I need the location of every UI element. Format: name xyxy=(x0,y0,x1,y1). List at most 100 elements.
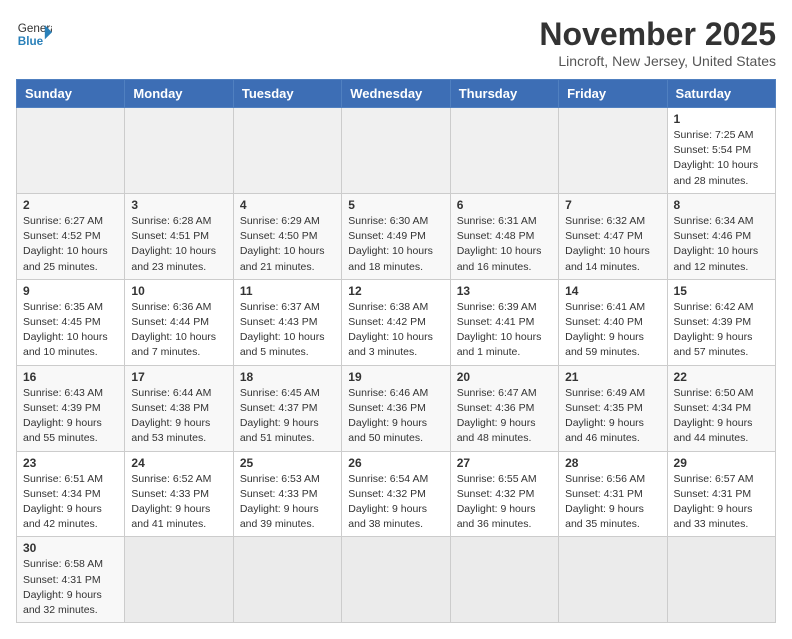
day-info: Sunrise: 6:27 AM Sunset: 4:52 PM Dayligh… xyxy=(23,214,118,275)
day-number: 24 xyxy=(131,456,226,470)
week-row-3: 16Sunrise: 6:43 AM Sunset: 4:39 PM Dayli… xyxy=(17,365,776,451)
day-cell: 10 Sunrise: 6:36 AM Sunset: 4:44 PM Dayli… xyxy=(125,279,233,365)
day-number: 22 xyxy=(674,370,769,384)
day-cell: 3Sunrise: 6:28 AM Sunset: 4:51 PM Daylig… xyxy=(125,193,233,279)
day-number: 25 xyxy=(240,456,335,470)
day-info: Sunrise: 6:55 AM Sunset: 4:32 PM Dayligh… xyxy=(457,472,552,533)
day-number: 23 xyxy=(23,456,118,470)
day-info: Sunrise: 6:28 AM Sunset: 4:51 PM Dayligh… xyxy=(131,214,226,275)
day-cell: 6 Sunrise: 6:31 AM Sunset: 4:48 PM Daylig… xyxy=(450,193,558,279)
week-row-2: 9Sunrise: 6:35 AM Sunset: 4:45 PM Daylig… xyxy=(17,279,776,365)
day-cell xyxy=(450,537,558,623)
days-header-row: SundayMondayTuesdayWednesdayThursdayFrid… xyxy=(17,80,776,108)
day-info: Sunrise: 7:25 AM Sunset: 5:54 PM Dayligh… xyxy=(674,128,769,189)
day-info: Sunrise: 6:31 AM Sunset: 4:48 PM Dayligh… xyxy=(457,214,552,275)
day-header-sunday: Sunday xyxy=(17,80,125,108)
day-info: Sunrise: 6:52 AM Sunset: 4:33 PM Dayligh… xyxy=(131,472,226,533)
day-info: Sunrise: 6:38 AM Sunset: 4:42 PM Dayligh… xyxy=(348,300,443,361)
day-number: 28 xyxy=(565,456,660,470)
day-cell: 9Sunrise: 6:35 AM Sunset: 4:45 PM Daylig… xyxy=(17,279,125,365)
day-cell: 23 Sunrise: 6:51 AM Sunset: 4:34 PM Dayli… xyxy=(17,451,125,537)
day-header-monday: Monday xyxy=(125,80,233,108)
day-cell: 4Sunrise: 6:29 AM Sunset: 4:50 PM Daylig… xyxy=(233,193,341,279)
day-cell xyxy=(559,108,667,194)
day-header-tuesday: Tuesday xyxy=(233,80,341,108)
day-info: Sunrise: 6:51 AM Sunset: 4:34 PM Dayligh… xyxy=(23,472,118,533)
day-info: Sunrise: 6:30 AM Sunset: 4:49 PM Dayligh… xyxy=(348,214,443,275)
day-cell xyxy=(667,537,775,623)
day-info: Sunrise: 6:54 AM Sunset: 4:32 PM Dayligh… xyxy=(348,472,443,533)
day-info: Sunrise: 6:58 AM Sunset: 4:31 PM Dayligh… xyxy=(23,557,118,618)
day-header-saturday: Saturday xyxy=(667,80,775,108)
title-block: November 2025 Lincroft, New Jersey, Unit… xyxy=(539,16,776,69)
day-number: 27 xyxy=(457,456,552,470)
day-number: 10 xyxy=(131,284,226,298)
day-number: 11 xyxy=(240,284,335,298)
day-info: Sunrise: 6:56 AM Sunset: 4:31 PM Dayligh… xyxy=(565,472,660,533)
day-cell: 17 Sunrise: 6:44 AM Sunset: 4:38 PM Dayli… xyxy=(125,365,233,451)
day-cell: 7Sunrise: 6:32 AM Sunset: 4:47 PM Daylig… xyxy=(559,193,667,279)
day-info: Sunrise: 6:35 AM Sunset: 4:45 PM Dayligh… xyxy=(23,300,118,361)
day-cell: 8Sunrise: 6:34 AM Sunset: 4:46 PM Daylig… xyxy=(667,193,775,279)
day-number: 8 xyxy=(674,198,769,212)
day-cell: 25Sunrise: 6:53 AM Sunset: 4:33 PM Dayli… xyxy=(233,451,341,537)
page-header: General Blue November 2025 Lincroft, New… xyxy=(16,16,776,69)
day-cell: 24 Sunrise: 6:52 AM Sunset: 4:33 PM Dayli… xyxy=(125,451,233,537)
day-info: Sunrise: 6:49 AM Sunset: 4:35 PM Dayligh… xyxy=(565,386,660,447)
day-info: Sunrise: 6:36 AM Sunset: 4:44 PM Dayligh… xyxy=(131,300,226,361)
day-info: Sunrise: 6:57 AM Sunset: 4:31 PM Dayligh… xyxy=(674,472,769,533)
day-cell xyxy=(233,108,341,194)
day-number: 1 xyxy=(674,112,769,126)
day-info: Sunrise: 6:50 AM Sunset: 4:34 PM Dayligh… xyxy=(674,386,769,447)
day-info: Sunrise: 6:41 AM Sunset: 4:40 PM Dayligh… xyxy=(565,300,660,361)
day-cell xyxy=(233,537,341,623)
day-number: 18 xyxy=(240,370,335,384)
day-cell xyxy=(559,537,667,623)
day-number: 14 xyxy=(565,284,660,298)
day-info: Sunrise: 6:42 AM Sunset: 4:39 PM Dayligh… xyxy=(674,300,769,361)
week-row-0: 1 Sunrise: 7:25 AM Sunset: 5:54 PM Daylig… xyxy=(17,108,776,194)
week-row-5: 30 Sunrise: 6:58 AM Sunset: 4:31 PM Dayli… xyxy=(17,537,776,623)
day-cell: 29Sunrise: 6:57 AM Sunset: 4:31 PM Dayli… xyxy=(667,451,775,537)
week-row-1: 2Sunrise: 6:27 AM Sunset: 4:52 PM Daylig… xyxy=(17,193,776,279)
logo: General Blue xyxy=(16,16,52,52)
day-cell: 12 Sunrise: 6:38 AM Sunset: 4:42 PM Dayli… xyxy=(342,279,450,365)
day-cell: 11Sunrise: 6:37 AM Sunset: 4:43 PM Dayli… xyxy=(233,279,341,365)
svg-text:Blue: Blue xyxy=(18,35,44,48)
day-cell: 2Sunrise: 6:27 AM Sunset: 4:52 PM Daylig… xyxy=(17,193,125,279)
logo-icon: General Blue xyxy=(16,16,52,52)
day-info: Sunrise: 6:39 AM Sunset: 4:41 PM Dayligh… xyxy=(457,300,552,361)
day-cell: 1 Sunrise: 7:25 AM Sunset: 5:54 PM Daylig… xyxy=(667,108,775,194)
day-info: Sunrise: 6:44 AM Sunset: 4:38 PM Dayligh… xyxy=(131,386,226,447)
day-cell xyxy=(125,537,233,623)
day-cell: 16Sunrise: 6:43 AM Sunset: 4:39 PM Dayli… xyxy=(17,365,125,451)
calendar: SundayMondayTuesdayWednesdayThursdayFrid… xyxy=(16,79,776,623)
day-cell: 19 Sunrise: 6:46 AM Sunset: 4:36 PM Dayli… xyxy=(342,365,450,451)
day-cell: 27 Sunrise: 6:55 AM Sunset: 4:32 PM Dayli… xyxy=(450,451,558,537)
day-number: 13 xyxy=(457,284,552,298)
day-cell: 30 Sunrise: 6:58 AM Sunset: 4:31 PM Dayli… xyxy=(17,537,125,623)
day-number: 30 xyxy=(23,541,118,555)
day-cell xyxy=(125,108,233,194)
week-row-4: 23 Sunrise: 6:51 AM Sunset: 4:34 PM Dayli… xyxy=(17,451,776,537)
day-cell: 26 Sunrise: 6:54 AM Sunset: 4:32 PM Dayli… xyxy=(342,451,450,537)
day-number: 17 xyxy=(131,370,226,384)
day-cell xyxy=(342,537,450,623)
day-cell: 22 Sunrise: 6:50 AM Sunset: 4:34 PM Dayli… xyxy=(667,365,775,451)
day-cell: 5 Sunrise: 6:30 AM Sunset: 4:49 PM Daylig… xyxy=(342,193,450,279)
day-number: 19 xyxy=(348,370,443,384)
day-number: 6 xyxy=(457,198,552,212)
day-info: Sunrise: 6:43 AM Sunset: 4:39 PM Dayligh… xyxy=(23,386,118,447)
location: Lincroft, New Jersey, United States xyxy=(539,53,776,69)
day-number: 5 xyxy=(348,198,443,212)
day-cell: 15Sunrise: 6:42 AM Sunset: 4:39 PM Dayli… xyxy=(667,279,775,365)
day-info: Sunrise: 6:46 AM Sunset: 4:36 PM Dayligh… xyxy=(348,386,443,447)
day-header-thursday: Thursday xyxy=(450,80,558,108)
day-info: Sunrise: 6:29 AM Sunset: 4:50 PM Dayligh… xyxy=(240,214,335,275)
day-cell: 20Sunrise: 6:47 AM Sunset: 4:36 PM Dayli… xyxy=(450,365,558,451)
day-number: 12 xyxy=(348,284,443,298)
day-header-wednesday: Wednesday xyxy=(342,80,450,108)
day-number: 26 xyxy=(348,456,443,470)
day-cell: 13 Sunrise: 6:39 AM Sunset: 4:41 PM Dayli… xyxy=(450,279,558,365)
day-info: Sunrise: 6:32 AM Sunset: 4:47 PM Dayligh… xyxy=(565,214,660,275)
